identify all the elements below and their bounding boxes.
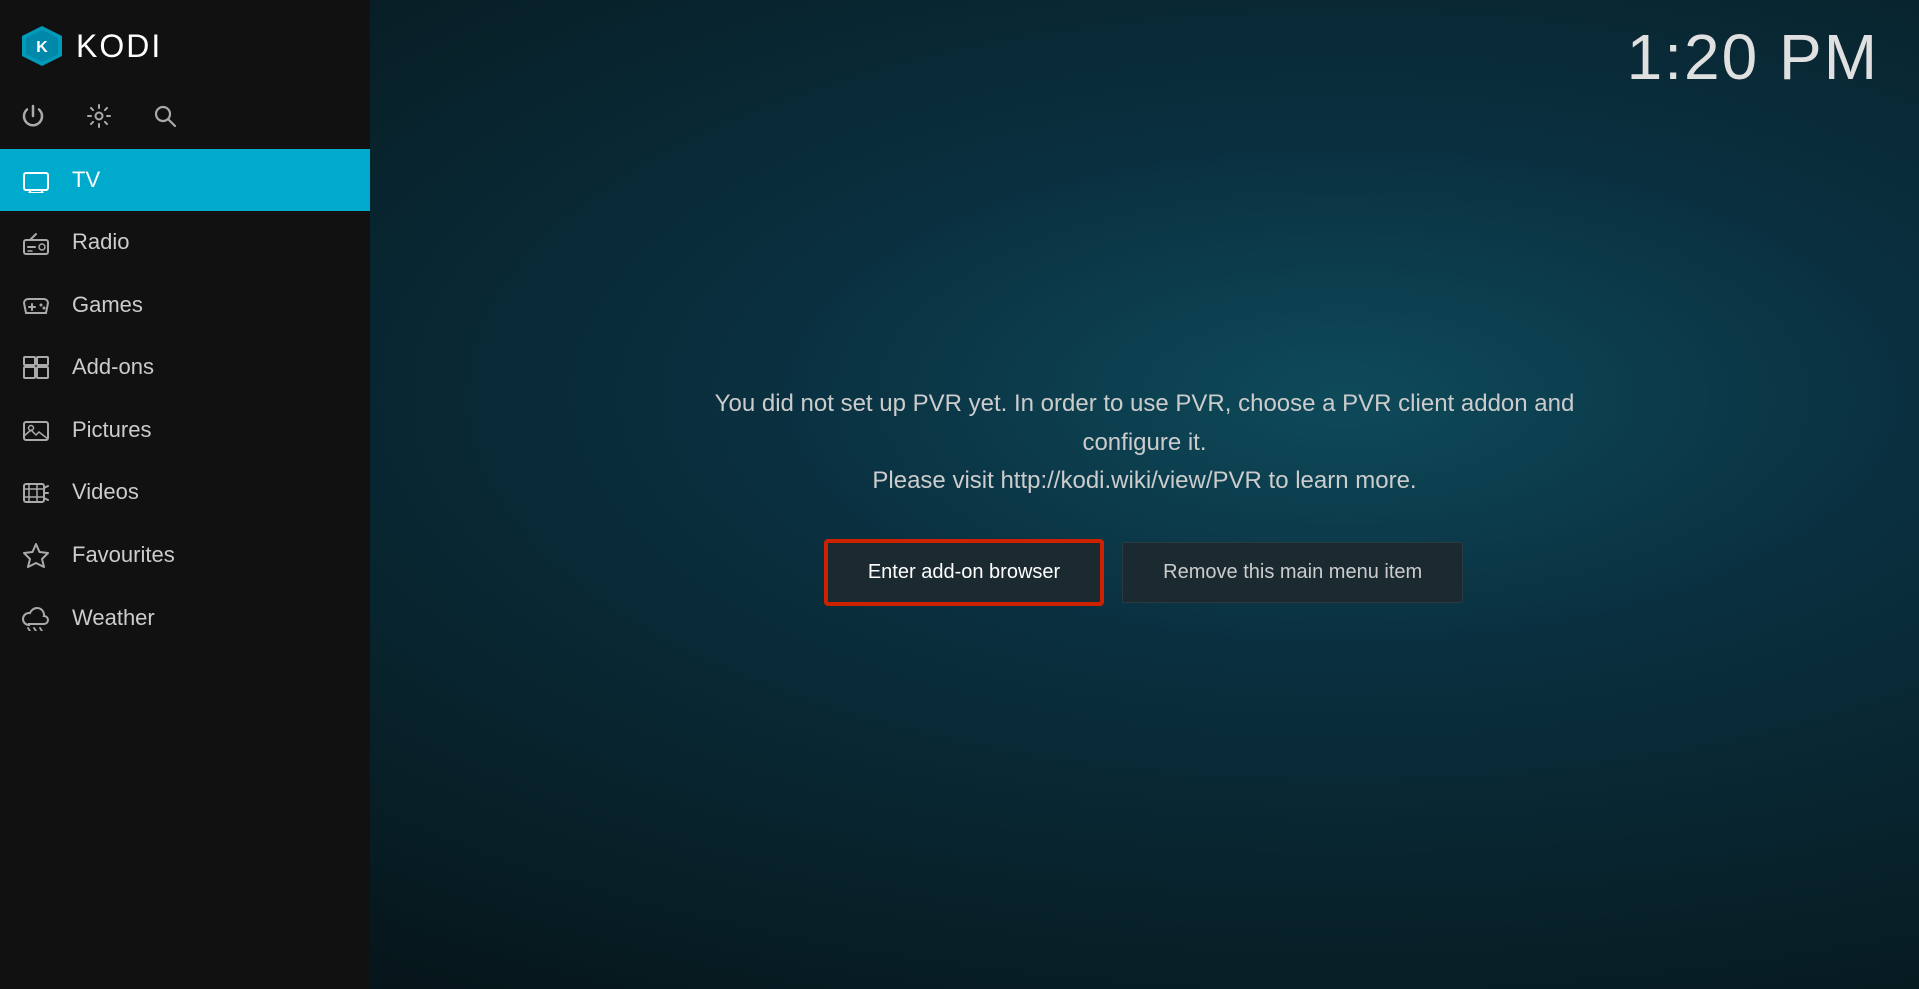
kodi-header: K KODI bbox=[0, 0, 370, 92]
pvr-info-message: You did not set up PVR yet. In order to … bbox=[695, 385, 1595, 500]
sidebar-item-videos[interactable]: Videos bbox=[0, 461, 370, 523]
pvr-message-line1: You did not set up PVR yet. In order to … bbox=[695, 385, 1595, 462]
star-icon bbox=[20, 541, 52, 568]
enter-addon-browser-button[interactable]: Enter add-on browser bbox=[826, 541, 1102, 604]
weather-icon bbox=[20, 604, 52, 631]
sidebar-item-tv[interactable]: TV bbox=[0, 149, 370, 211]
pictures-icon bbox=[20, 417, 52, 443]
main-navigation: TV Radio bbox=[0, 149, 370, 649]
sidebar-item-weather[interactable]: Weather bbox=[0, 586, 370, 649]
power-button[interactable] bbox=[20, 102, 46, 129]
top-icons-bar bbox=[0, 92, 370, 149]
app-title: KODI bbox=[76, 28, 162, 65]
sidebar-item-games-label: Games bbox=[72, 292, 143, 318]
settings-button[interactable] bbox=[86, 102, 112, 129]
sidebar-item-addons[interactable]: Add-ons bbox=[0, 336, 370, 399]
action-buttons: Enter add-on browser Remove this main me… bbox=[826, 541, 1463, 604]
sidebar-item-tv-label: TV bbox=[72, 167, 100, 193]
sidebar-item-pictures-label: Pictures bbox=[72, 417, 151, 443]
radio-icon bbox=[20, 229, 52, 255]
main-content: You did not set up PVR yet. In order to … bbox=[370, 0, 1919, 989]
search-button[interactable] bbox=[152, 102, 178, 129]
pvr-message-line2: Please visit http://kodi.wiki/view/PVR t… bbox=[695, 462, 1595, 500]
sidebar-item-favourites[interactable]: Favourites bbox=[0, 523, 370, 586]
sidebar-item-pictures[interactable]: Pictures bbox=[0, 399, 370, 461]
addons-icon bbox=[20, 354, 52, 381]
sidebar: K KODI bbox=[0, 0, 370, 989]
clock: 1:20 PM bbox=[1627, 20, 1879, 94]
sidebar-item-addons-label: Add-ons bbox=[72, 354, 154, 380]
tv-icon bbox=[20, 167, 52, 193]
videos-icon bbox=[20, 479, 52, 505]
remove-menu-item-button[interactable]: Remove this main menu item bbox=[1122, 542, 1463, 603]
svg-text:K: K bbox=[36, 39, 48, 56]
kodi-logo-icon: K bbox=[18, 22, 66, 70]
sidebar-item-games[interactable]: Games bbox=[0, 274, 370, 336]
sidebar-item-favourites-label: Favourites bbox=[72, 542, 175, 568]
sidebar-item-radio[interactable]: Radio bbox=[0, 211, 370, 273]
gamepad-icon bbox=[20, 292, 52, 318]
sidebar-item-videos-label: Videos bbox=[72, 479, 139, 505]
sidebar-item-radio-label: Radio bbox=[72, 229, 129, 255]
sidebar-item-weather-label: Weather bbox=[72, 605, 155, 631]
